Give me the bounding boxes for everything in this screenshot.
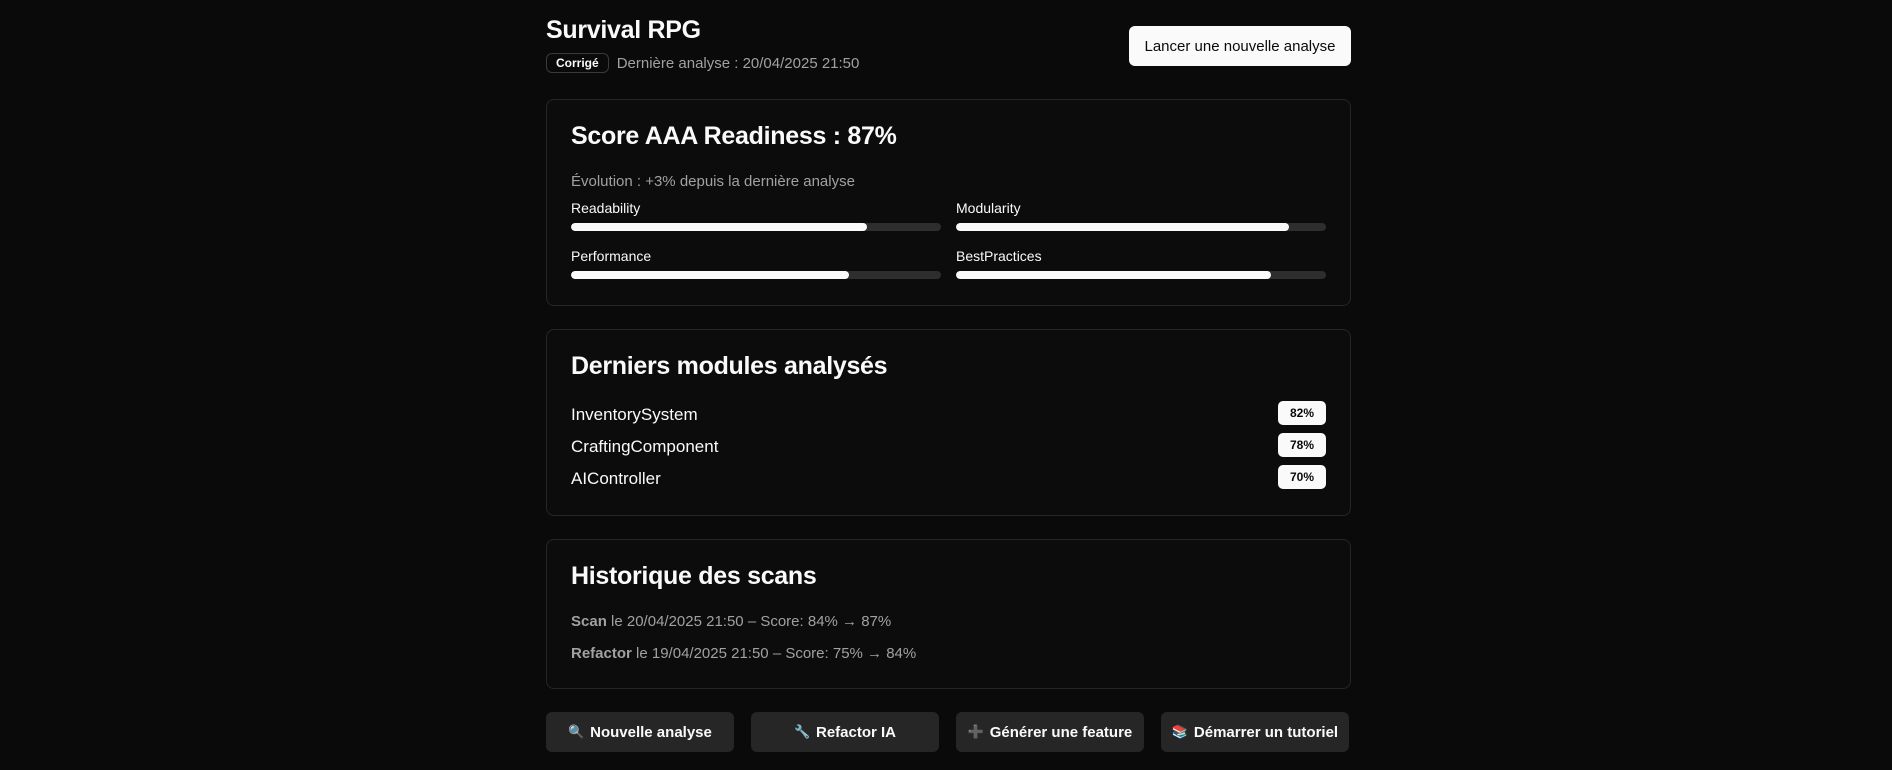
start-tutorial-button[interactable]: 📚 Démarrer un tutoriel	[1161, 712, 1349, 752]
progress-track	[571, 223, 941, 231]
progress-track	[956, 223, 1326, 231]
score-evolution: Évolution : +3% depuis la dernière analy…	[571, 173, 855, 190]
progress-track	[571, 271, 941, 279]
progress-fill	[956, 271, 1271, 279]
history-entry-detail: le 20/04/2025 21:50 – Score: 84% → 87%	[611, 613, 892, 630]
progress-fill	[956, 223, 1289, 231]
module-name: InventorySystem	[571, 405, 698, 424]
metric-label: Modularity	[956, 200, 1021, 216]
progress-fill	[571, 271, 849, 279]
module-score-badge: 70%	[1278, 465, 1326, 489]
history-entry-detail: le 19/04/2025 21:50 – Score: 75% → 84%	[636, 645, 917, 662]
status-badge: Corrigé	[546, 53, 609, 73]
action-label: Générer une feature	[989, 723, 1133, 741]
plus-icon: ➕	[967, 724, 984, 739]
score-title: Score AAA Readiness : 87%	[571, 122, 897, 150]
last-analysis-text: Dernière analyse : 20/04/2025 21:50	[616, 54, 860, 72]
page-header: Survival RPG Corrigé Dernière analyse : …	[546, 0, 1351, 99]
history-entry-type: Scan	[571, 613, 607, 630]
metric-modularity: Modularity	[956, 200, 1326, 231]
score-card: Score AAA Readiness : 87% Évolution : +3…	[546, 99, 1351, 306]
magnifier-icon: 🔍	[568, 724, 585, 739]
dashboard: Survival RPG Corrigé Dernière analyse : …	[546, 0, 1351, 752]
action-label: Refactor IA	[815, 723, 897, 741]
header-meta: Corrigé Dernière analyse : 20/04/2025 21…	[546, 53, 859, 73]
metric-label: Performance	[571, 248, 652, 264]
module-item[interactable]: InventorySystem 82%	[571, 401, 1326, 427]
history-title: Historique des scans	[571, 562, 817, 590]
module-name: CraftingComponent	[571, 437, 719, 456]
modules-card: Derniers modules analysés InventorySyste…	[546, 329, 1351, 516]
metric-bestpractices: BestPractices	[956, 248, 1326, 279]
progress-track	[956, 271, 1326, 279]
module-item[interactable]: CraftingComponent 78%	[571, 433, 1326, 459]
module-name: AIController	[571, 469, 661, 488]
progress-fill	[571, 223, 867, 231]
metric-label: Readability	[571, 200, 641, 216]
action-label: Nouvelle analyse	[590, 723, 712, 741]
action-label: Démarrer un tutoriel	[1193, 723, 1339, 741]
module-score-badge: 78%	[1278, 433, 1326, 457]
metric-readability: Readability	[571, 200, 941, 231]
project-title: Survival RPG	[546, 16, 701, 44]
history-card: Historique des scans Scan le 20/04/2025 …	[546, 539, 1351, 689]
history-entry: Scan le 20/04/2025 21:50 – Score: 84% → …	[571, 613, 891, 630]
metric-performance: Performance	[571, 248, 941, 279]
modules-title: Derniers modules analysés	[571, 352, 888, 380]
wrench-icon: 🔧	[793, 724, 811, 739]
module-item[interactable]: AIController 70%	[571, 465, 1326, 491]
new-analysis-button[interactable]: 🔍 Nouvelle analyse	[546, 712, 734, 752]
refactor-ai-button[interactable]: 🔧 Refactor IA	[751, 712, 939, 752]
history-entry-type: Refactor	[571, 645, 632, 662]
launch-analysis-button[interactable]: Lancer une nouvelle analyse	[1129, 26, 1351, 66]
books-icon: 📚	[1171, 724, 1189, 739]
history-entry: Refactor le 19/04/2025 21:50 – Score: 75…	[571, 645, 916, 662]
metric-label: BestPractices	[956, 248, 1042, 264]
module-score-badge: 82%	[1278, 401, 1326, 425]
generate-feature-button[interactable]: ➕ Générer une feature	[956, 712, 1144, 752]
quick-actions: 🔍 Nouvelle analyse 🔧 Refactor IA ➕ Génér…	[546, 712, 1351, 752]
